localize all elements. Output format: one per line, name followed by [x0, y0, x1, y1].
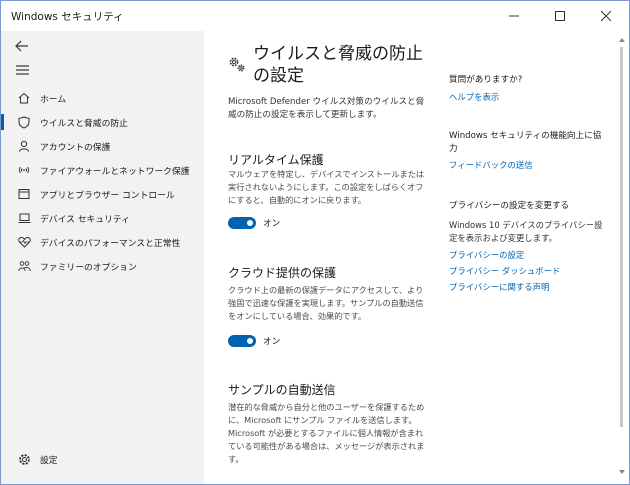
hamburger-menu-icon — [15, 65, 29, 75]
person-icon — [17, 139, 31, 153]
sidebar-item-label: アプリとブラウザー コントロール — [40, 190, 175, 201]
page-title: ウイルスと脅威の防止の設定 — [253, 44, 423, 86]
sidebar-item-settings[interactable]: 設定 — [1, 448, 204, 470]
toggle-state-label: オン — [263, 337, 281, 347]
maximize-icon — [555, 11, 565, 21]
privacy-statement-link[interactable]: プライバシーに関する声明 — [449, 281, 549, 293]
sidebar-item-label: ホーム — [40, 94, 67, 105]
page-description: Microsoft Defender ウイルス対策のウイルスと脅威の防止の設定を… — [228, 97, 425, 120]
section-description-realtime: マルウェアを特定し、デバイスでインストールまたは実行されないようにします。この設… — [228, 169, 425, 205]
settings-label: 設定 — [40, 455, 58, 466]
scroll-down-icon — [619, 470, 625, 474]
hamburger-menu-button[interactable] — [11, 59, 33, 81]
section-description-cloud: クラウド上の最新の保護データにアクセスして、より強固で迅速な保護を実現します。サ… — [228, 285, 424, 321]
vertical-scrollbar[interactable] — [616, 35, 628, 479]
section-title-cloud: クラウド提供の保護 — [228, 266, 337, 280]
sidebar-item-family-options[interactable]: ファミリーのオプション — [1, 255, 204, 277]
close-icon — [601, 11, 611, 21]
sidebar-item-account-protection[interactable]: アカウントの保護 — [1, 135, 204, 157]
minimize-icon — [509, 15, 519, 17]
scroll-up-icon — [619, 38, 625, 42]
toggle-state-label: オン — [263, 219, 281, 229]
sidebar-item-label: アカウントの保護 — [40, 142, 111, 153]
privacy-heading: プライバシーの設定を変更する — [449, 201, 570, 211]
back-arrow-icon — [15, 40, 28, 52]
sidebar-item-app-browser[interactable]: アプリとブラウザー コントロール — [1, 183, 204, 205]
back-button[interactable] — [11, 35, 33, 57]
sidebar-item-device-performance[interactable]: デバイスのパフォーマンスと正常性 — [1, 231, 204, 253]
sidebar-item-label: ウイルスと脅威の防止 — [40, 118, 128, 129]
sidebar-item-label: ファイアウォールとネットワーク保護 — [40, 166, 190, 177]
laptop-icon — [17, 211, 31, 225]
maximize-button[interactable] — [537, 1, 583, 31]
sidebar-item-home[interactable]: ホーム — [1, 87, 204, 109]
app-window: Windows セキュリティ ホーム ウイルスと脅威の防止 アカウントの保護 フ… — [0, 0, 630, 485]
help-link[interactable]: ヘルプを表示 — [449, 91, 499, 103]
title-bar[interactable]: Windows セキュリティ — [1, 1, 629, 31]
questions-heading: 質問がありますか? — [449, 75, 523, 85]
sidebar-item-label: デバイス セキュリティ — [40, 214, 130, 225]
feedback-link[interactable]: フィードバックの送信 — [449, 159, 533, 171]
home-icon — [17, 91, 31, 105]
section-description-sample-submission: 潜在的な脅威から自分と他のユーザーを保護するために、Microsoft にサンプ… — [228, 402, 425, 464]
cloud-protection-toggle[interactable] — [228, 335, 256, 347]
scrollbar-thumb[interactable] — [620, 47, 623, 427]
close-button[interactable] — [583, 1, 629, 31]
realtime-protection-toggle[interactable] — [228, 217, 256, 229]
sidebar-item-firewall[interactable]: ファイアウォールとネットワーク保護 — [1, 159, 204, 181]
feedback-heading: Windows セキュリティの機能向上に協力 — [449, 131, 602, 154]
sidebar-item-virus-protection[interactable]: ウイルスと脅威の防止 — [1, 111, 204, 133]
section-title-sample-submission: サンプルの自動送信 — [228, 383, 336, 397]
gears-icon — [228, 55, 248, 75]
main-content: ウイルスと脅威の防止の設定 Microsoft Defender ウイルス対策の… — [204, 31, 629, 484]
family-icon — [17, 259, 31, 273]
scroll-down-button[interactable] — [616, 467, 628, 477]
window-title: Windows セキュリティ — [11, 11, 124, 23]
sidebar: ホーム ウイルスと脅威の防止 アカウントの保護 ファイアウォールとネットワーク保… — [1, 31, 204, 484]
sidebar-item-label: デバイスのパフォーマンスと正常性 — [40, 238, 181, 249]
sidebar-item-device-security[interactable]: デバイス セキュリティ — [1, 207, 204, 229]
section-title-realtime: リアルタイム保護 — [228, 153, 324, 167]
scroll-up-button[interactable] — [616, 35, 628, 45]
privacy-dashboard-link[interactable]: プライバシー ダッシュボード — [449, 265, 560, 277]
sidebar-item-label: ファミリーのオプション — [40, 262, 137, 273]
app-browser-icon — [17, 187, 31, 201]
shield-icon — [17, 115, 31, 129]
privacy-description: Windows 10 デバイスのプライバシー設定を表示および変更します。 — [449, 220, 603, 243]
privacy-settings-link[interactable]: プライバシーの設定 — [449, 249, 524, 261]
wifi-icon — [17, 163, 31, 177]
gear-icon — [17, 452, 31, 466]
minimize-button[interactable] — [491, 1, 537, 31]
heart-pulse-icon — [17, 235, 31, 249]
